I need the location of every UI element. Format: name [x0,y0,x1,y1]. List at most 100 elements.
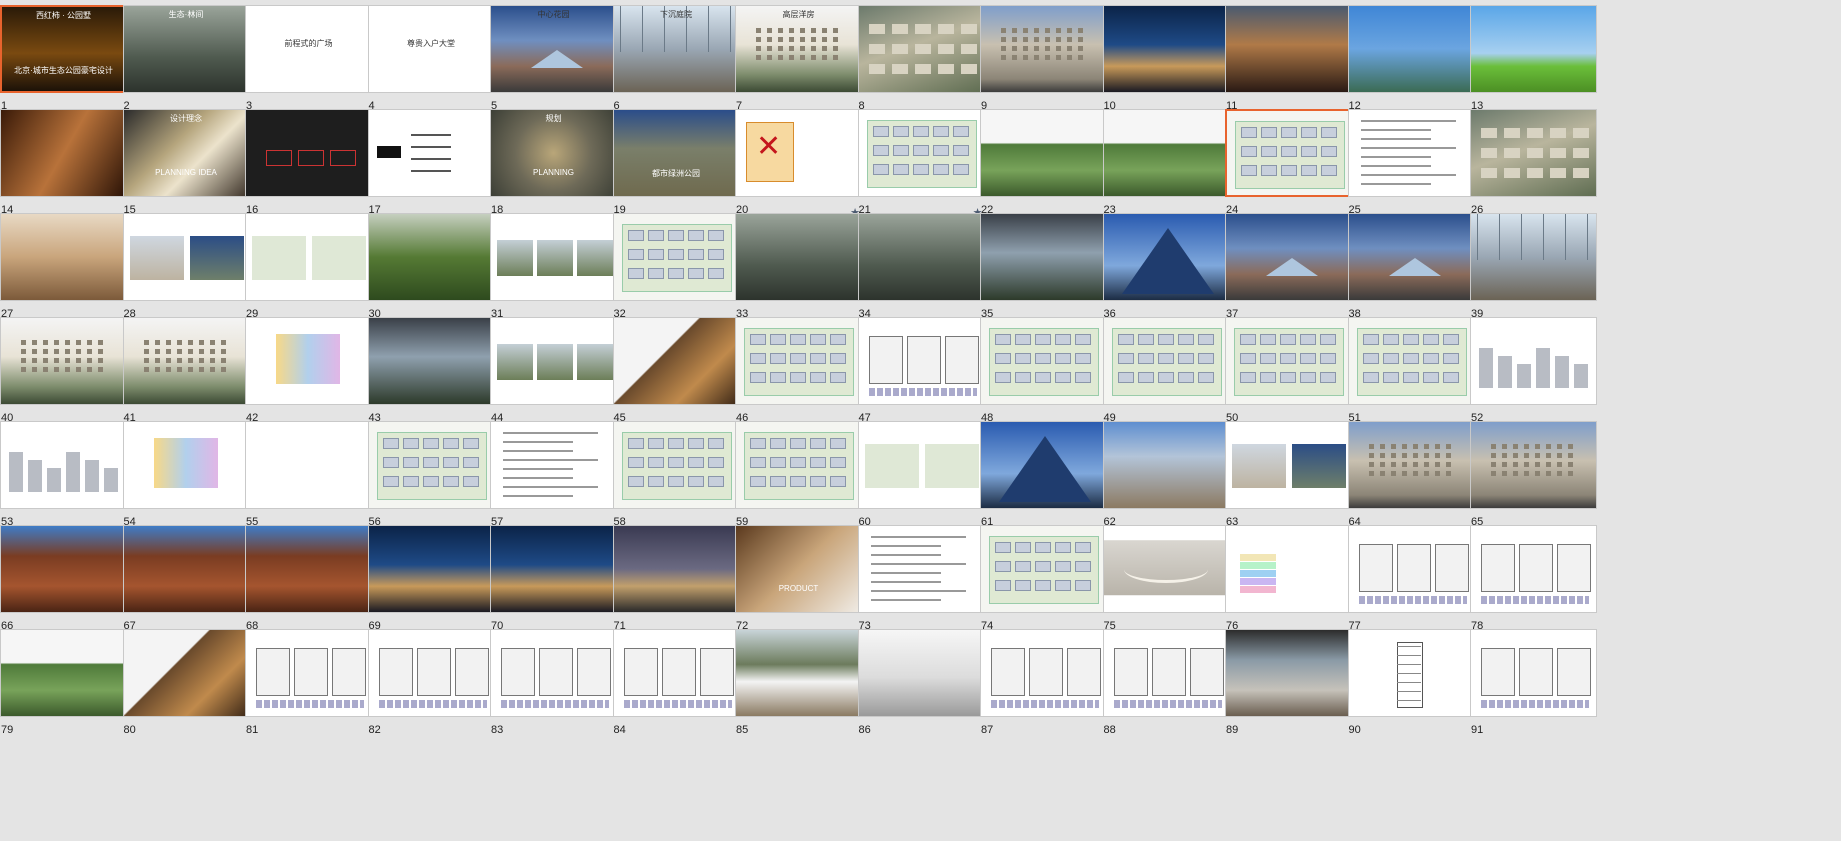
slide-thumbnail[interactable]: 13 [1470,5,1597,112]
slide-thumbnail[interactable]: 63 [1225,421,1352,528]
slide-preview[interactable] [612,629,740,717]
slide-thumbnail[interactable]: 37 [1225,213,1352,320]
slide-preview[interactable] [1347,213,1475,301]
slide-thumbnail[interactable]: 90 [1347,629,1475,736]
slide-thumbnail[interactable]: 48 [980,317,1107,424]
slide-thumbnail[interactable]: 26 [1470,109,1597,216]
slide-thumbnail[interactable]: 12 [1347,5,1475,112]
slide-preview[interactable] [1347,109,1475,197]
slide-thumbnail[interactable]: 82 [367,629,495,736]
slide-preview[interactable] [367,213,495,301]
slide-thumbnail[interactable]: 55 [245,421,372,528]
slide-thumbnail[interactable]: 64 [1347,421,1475,528]
slide-preview[interactable] [980,109,1107,197]
slide-thumbnail[interactable]: 49 [1102,317,1230,424]
slide-preview[interactable]: 设计理念 PLANNING IDEA [122,109,250,197]
slide-preview[interactable] [735,421,862,509]
slide-preview[interactable] [367,421,495,509]
slide-thumbnail[interactable]: 9 [980,5,1107,112]
slide-preview[interactable] [857,109,985,197]
slide-thumbnail[interactable]: 53 [0,421,127,528]
slide-thumbnail[interactable]: 57 [490,421,617,528]
slide-thumbnail[interactable]: 32 [612,213,740,320]
slide-thumbnail[interactable]: 81 [245,629,372,736]
slide-preview[interactable] [1102,317,1230,405]
slide-thumbnail[interactable]: 61 [980,421,1107,528]
slide-thumbnail[interactable]: 16 [245,109,372,216]
slide-thumbnail[interactable]: 33 [735,213,862,320]
slide-thumbnail[interactable]: 40 [0,317,127,424]
slide-preview[interactable] [1470,213,1597,301]
slide-preview[interactable]: 尊贵入户大堂 [367,5,495,93]
slide-preview[interactable] [367,109,495,197]
slide-thumbnail[interactable]: 65 [1470,421,1597,528]
slide-thumbnail[interactable]: 58 [612,421,740,528]
slide-thumbnail[interactable]: PRODUCT 72 [735,525,862,632]
slide-thumbnail[interactable]: 88 [1102,629,1230,736]
slide-preview[interactable] [0,213,127,301]
slide-preview[interactable] [1225,5,1352,93]
slide-preview[interactable] [367,317,495,405]
slide-thumbnail[interactable]: 41 [122,317,250,424]
slide-preview[interactable] [735,213,862,301]
slide-thumbnail[interactable]: 50 [1225,317,1352,424]
slide-preview[interactable] [490,525,617,613]
slide-thumbnail[interactable]: 91 [1470,629,1597,736]
slide-preview[interactable] [122,317,250,405]
slide-thumbnail[interactable]: 27 [0,213,127,320]
slide-thumbnail[interactable]: 25 [1347,109,1475,216]
slide-preview[interactable]: 中心花园 [490,5,617,93]
slide-thumbnail[interactable]: 23 [1102,109,1230,216]
slide-preview[interactable] [0,317,127,405]
slide-thumbnail[interactable]: 76 [1225,525,1352,632]
slide-thumbnail[interactable]: 24 [1225,109,1352,216]
slide-thumbnail[interactable]: 中心花园 5 [490,5,617,112]
slide-preview[interactable] [857,5,985,93]
slide-preview[interactable] [1102,5,1230,93]
slide-preview[interactable]: 前程式的广场 [245,5,372,93]
slide-preview[interactable] [1102,213,1230,301]
slide-thumbnail[interactable]: 89 [1225,629,1352,736]
slide-preview[interactable] [122,629,250,717]
slide-preview[interactable] [490,421,617,509]
slide-thumbnail[interactable]: 74 [980,525,1107,632]
slide-preview[interactable] [490,213,617,301]
slide-preview[interactable] [0,109,127,197]
slide-thumbnail[interactable]: 87 [980,629,1107,736]
slide-thumbnail[interactable]: 34 [857,213,985,320]
slide-thumbnail[interactable]: 46 [735,317,862,424]
slide-preview[interactable] [1470,5,1597,93]
slide-preview[interactable]: ✕ [735,109,862,197]
slide-thumbnail[interactable]: 生态·林间 2 [122,5,250,112]
slide-thumbnail[interactable]: 31 [490,213,617,320]
slide-thumbnail[interactable]: 前程式的广场 3 [245,5,372,112]
slide-preview[interactable] [980,525,1107,613]
slide-preview[interactable] [245,317,372,405]
slide-preview[interactable] [1470,629,1597,717]
slide-thumbnail[interactable]: 71 [612,525,740,632]
slide-thumbnail[interactable]: 67 [122,525,250,632]
slide-thumbnail[interactable]: 85 [735,629,862,736]
slide-thumbnail[interactable]: 86 [857,629,985,736]
slide-thumbnail[interactable]: 都市绿洲公园 19 [612,109,740,216]
slide-preview[interactable] [735,317,862,405]
slide-preview[interactable] [0,421,127,509]
slide-preview[interactable] [490,629,617,717]
slide-preview[interactable]: 都市绿洲公园 [612,109,740,197]
slide-thumbnail[interactable]: 11 [1225,5,1352,112]
slide-thumbnail[interactable]: 28 [122,213,250,320]
slide-preview[interactable] [245,525,372,613]
slide-preview[interactable]: 规划 PLANNING [490,109,617,197]
slide-thumbnail[interactable]: 79 [0,629,127,736]
slide-preview[interactable] [122,213,250,301]
slide-preview[interactable] [1102,421,1230,509]
slide-thumbnail[interactable]: 69 [367,525,495,632]
slide-thumbnail[interactable]: 75 [1102,525,1230,632]
slide-thumbnail[interactable]: 83 [490,629,617,736]
slide-thumbnail[interactable]: 30 [367,213,495,320]
slide-preview[interactable] [612,421,740,509]
slide-preview[interactable] [1225,421,1352,509]
slide-thumbnail[interactable]: 43 [367,317,495,424]
slide-preview[interactable] [735,629,862,717]
slide-thumbnail[interactable]: 下沉庭院 6 [612,5,740,112]
